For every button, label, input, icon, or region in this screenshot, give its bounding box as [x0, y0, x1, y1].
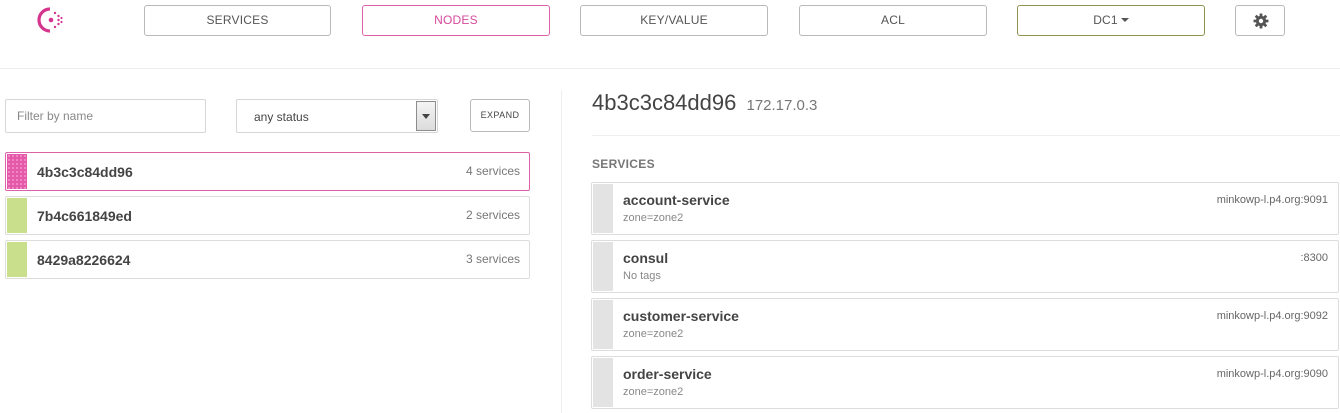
service-name: consul: [623, 250, 669, 266]
top-navigation: SERVICES NODES KEY/VALUE ACL DC1: [0, 0, 1340, 69]
service-list-item[interactable]: consul No tags :8300: [591, 240, 1339, 293]
caret-down-icon: [1120, 18, 1129, 22]
filter-by-name-input[interactable]: [5, 99, 206, 133]
node-health-indicator: [7, 242, 27, 277]
service-status-bar: [593, 358, 613, 407]
node-name: 4b3c3c84dd96: [37, 164, 133, 180]
service-tags: zone=zone2: [623, 212, 684, 224]
node-health-indicator: [7, 154, 27, 189]
node-list-item[interactable]: 7b4c661849ed 2 services: [5, 196, 530, 235]
chevron-down-icon: [422, 114, 430, 119]
nav-nodes-button[interactable]: NODES: [362, 5, 550, 36]
service-status-bar: [593, 242, 613, 291]
column-divider: [561, 90, 562, 413]
consul-logo[interactable]: [33, 5, 67, 35]
node-name: 8429a8226624: [37, 252, 131, 268]
node-service-count: 2 services: [465, 208, 520, 222]
node-detail-name: 4b3c3c84dd96: [592, 90, 737, 115]
node-service-count: 4 services: [465, 164, 520, 178]
service-address: minkowp-l.p4.org:9090: [1216, 368, 1328, 380]
service-tags: zone=zone2: [623, 328, 684, 340]
select-arrow-button[interactable]: [416, 101, 436, 131]
service-name: customer-service: [623, 308, 739, 324]
status-filter-select[interactable]: any status: [236, 99, 438, 133]
datacenter-dropdown[interactable]: DC1: [1017, 5, 1205, 36]
service-status-bar: [593, 184, 613, 233]
datacenter-label: DC1: [1093, 13, 1118, 27]
service-list-item[interactable]: account-service zone=zone2 minkowp-l.p4.…: [591, 182, 1339, 235]
service-name: account-service: [623, 192, 730, 208]
node-list-item[interactable]: 8429a8226624 3 services: [5, 240, 530, 279]
detail-divider: [592, 135, 1340, 136]
service-name: order-service: [623, 366, 712, 382]
nav-acl-button[interactable]: ACL: [799, 5, 987, 36]
settings-button[interactable]: [1235, 5, 1285, 36]
nav-services-button[interactable]: SERVICES: [144, 5, 331, 36]
service-address: minkowp-l.p4.org:9092: [1216, 310, 1328, 322]
expand-button[interactable]: EXPAND: [470, 99, 530, 132]
status-filter-value: any status: [254, 110, 309, 124]
node-service-count: 3 services: [465, 252, 520, 266]
service-address: :8300: [1300, 252, 1328, 264]
node-detail-title: 4b3c3c84dd96 172.17.0.3: [592, 90, 817, 116]
service-status-bar: [593, 300, 613, 349]
nav-key-value-button[interactable]: KEY/VALUE: [580, 5, 768, 36]
service-tags: No tags: [623, 270, 661, 282]
services-section-heading: SERVICES: [592, 157, 655, 171]
service-address: minkowp-l.p4.org:9091: [1216, 194, 1328, 206]
node-health-indicator: [7, 198, 27, 233]
gear-icon: [1253, 13, 1269, 29]
node-name: 7b4c661849ed: [37, 208, 132, 224]
service-tags: zone=zone2: [623, 386, 684, 398]
service-list-item[interactable]: customer-service zone=zone2 minkowp-l.p4…: [591, 298, 1339, 351]
node-detail-ip: 172.17.0.3: [746, 97, 818, 114]
node-list-item[interactable]: 4b3c3c84dd96 4 services: [5, 152, 530, 191]
service-list-item[interactable]: order-service zone=zone2 minkowp-l.p4.or…: [591, 356, 1339, 409]
